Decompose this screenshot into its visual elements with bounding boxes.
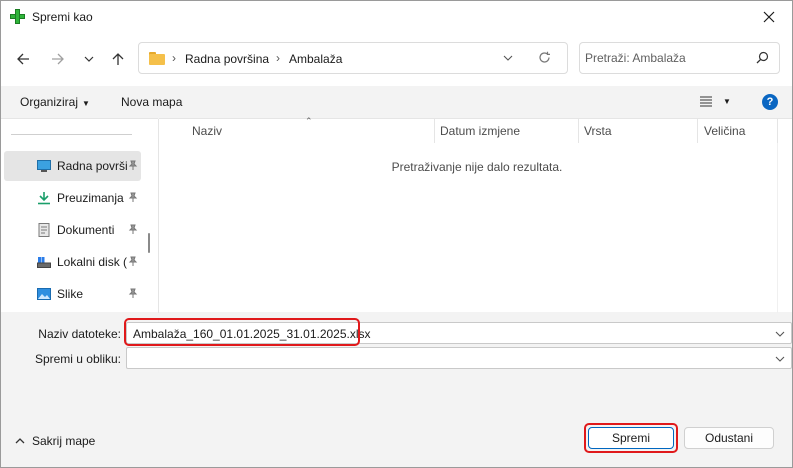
filename-label: Naziv datoteke: <box>38 327 121 341</box>
cancel-button[interactable]: Odustani <box>684 427 774 449</box>
hide-folders-label: Sakrij mape <box>32 434 96 448</box>
caret-down-icon[interactable]: ▼ <box>723 97 731 106</box>
sidebar-item-label: Preuzimanja <box>57 191 124 205</box>
view-options-button[interactable] <box>699 95 713 110</box>
organize-button[interactable]: Organiziraj ▼ <box>20 95 90 109</box>
filetype-select[interactable] <box>126 347 792 369</box>
column-separator[interactable] <box>697 119 698 143</box>
caret-down-icon: ▼ <box>82 99 90 108</box>
sidebar-item-downloads[interactable]: Preuzimanja <box>4 183 141 213</box>
pin-icon[interactable] <box>128 160 138 170</box>
command-bar: Organiziraj ▼ Nova mapa ▼ ? <box>1 86 792 118</box>
pin-icon[interactable] <box>128 192 138 202</box>
close-icon <box>763 11 775 22</box>
arrow-left-icon <box>17 53 29 65</box>
sort-ascending-icon: ⌃ <box>305 116 313 126</box>
column-header-date-modified[interactable]: Datum izmjene <box>440 124 520 138</box>
breadcrumb-separator-icon: › <box>172 51 176 65</box>
list-view-icon <box>700 96 712 107</box>
sidebar-item-label: Dokumenti <box>57 223 115 237</box>
sidebar-item-desktop[interactable]: Radna površi <box>4 151 141 181</box>
sidebar-item-label: Radna površi <box>57 159 128 173</box>
close-button[interactable] <box>746 1 792 32</box>
refresh-button[interactable] <box>538 51 551 67</box>
drive-icon <box>37 257 51 268</box>
forward-button[interactable] <box>47 48 69 70</box>
search-box[interactable] <box>579 42 780 74</box>
breadcrumb-separator-icon: › <box>276 51 280 65</box>
navigation-pane: Radna površi Preuzimanja Dokumenti Lokal… <box>1 118 159 313</box>
help-button[interactable]: ? <box>762 94 778 110</box>
file-list: ⌃ Naziv Datum izmjene Vrsta Veličina Pre… <box>159 116 792 313</box>
chevron-down-icon[interactable] <box>775 354 785 364</box>
organize-label: Organiziraj <box>20 95 79 109</box>
chevron-down-icon[interactable] <box>775 329 785 339</box>
arrow-up-icon <box>112 53 124 65</box>
sidebar-item-documents[interactable]: Dokumenti <box>4 215 141 245</box>
pictures-icon <box>37 288 51 300</box>
sidebar-divider <box>11 134 132 135</box>
pin-icon[interactable] <box>128 224 138 234</box>
pin-icon[interactable] <box>128 256 138 266</box>
chevron-down-icon <box>503 55 513 61</box>
filetype-label: Spremi u obliku: <box>34 352 121 366</box>
search-input[interactable] <box>585 48 755 68</box>
arrow-right-icon <box>52 53 64 65</box>
sidebar-item-label: Slike <box>57 287 84 301</box>
folder-icon <box>149 52 165 65</box>
recent-locations-button[interactable] <box>78 48 100 70</box>
chevron-down-icon <box>84 56 94 62</box>
breadcrumb-desktop[interactable]: Radna površina <box>185 52 269 66</box>
sidebar-item-pictures[interactable]: Slike <box>4 279 141 309</box>
highlight-annotation-save <box>584 423 678 453</box>
chevron-up-icon <box>15 438 25 444</box>
title-bar: Spremi kao <box>1 1 792 32</box>
pin-icon[interactable] <box>128 288 138 298</box>
hide-folders-button[interactable]: Sakrij mape <box>15 434 95 448</box>
sidebar-item-local-disk[interactable]: Lokalni disk ( <box>4 247 141 277</box>
document-icon <box>38 223 50 237</box>
file-list-scrollbar[interactable] <box>777 143 791 313</box>
up-button[interactable] <box>107 48 129 70</box>
window-title: Spremi kao <box>32 10 93 24</box>
search-icon[interactable] <box>756 51 769 64</box>
column-header-type[interactable]: Vrsta <box>584 124 612 138</box>
highlight-annotation-filename <box>124 318 360 346</box>
column-separator[interactable] <box>434 119 435 143</box>
refresh-icon <box>539 51 550 63</box>
sidebar-item-label: Lokalni disk ( <box>57 255 128 269</box>
empty-results-message: Pretraživanje nije dalo rezultata. <box>391 160 563 174</box>
breadcrumb-ambalaza[interactable]: Ambalaža <box>289 52 342 66</box>
column-header-name[interactable]: Naziv <box>192 124 222 138</box>
column-header-size[interactable]: Veličina <box>704 124 745 138</box>
filetype-value <box>133 351 753 367</box>
download-icon <box>38 192 50 205</box>
address-bar[interactable]: › Radna površina › Ambalaža <box>138 42 568 74</box>
green-plus-icon <box>10 9 25 24</box>
sidebar-scrollbar[interactable] <box>148 233 150 253</box>
desktop-icon <box>37 160 51 172</box>
column-separator[interactable] <box>578 119 579 143</box>
back-button[interactable] <box>12 48 34 70</box>
save-as-dialog: Spremi kao › Radna površina › Ambalaža P… <box>0 0 793 468</box>
address-dropdown-button[interactable] <box>503 52 513 66</box>
new-folder-button[interactable]: Nova mapa <box>121 95 182 109</box>
column-separator[interactable] <box>777 119 778 143</box>
